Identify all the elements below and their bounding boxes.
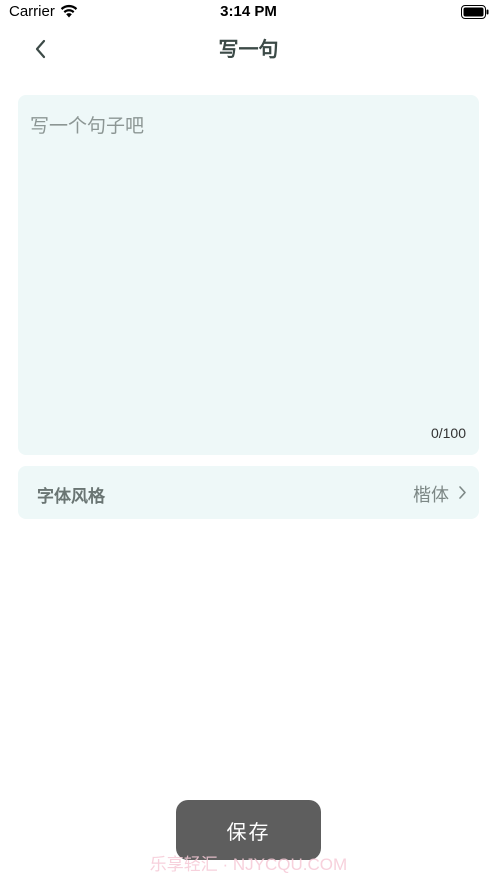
font-style-label: 字体风格	[37, 487, 105, 507]
font-style-selector[interactable]: 字体风格 楷体	[18, 466, 479, 519]
font-style-value: 楷体	[413, 485, 449, 506]
sentence-input[interactable]	[30, 111, 467, 411]
chevron-right-icon	[459, 486, 466, 499]
page-title: 写一句	[218, 37, 279, 61]
nav-bar: 写一句	[0, 26, 497, 70]
status-bar: Carrier 3:14 PM	[0, 0, 497, 26]
sentence-editor-card: 0/100	[18, 95, 479, 455]
character-counter: 0/100	[430, 425, 466, 441]
status-time: 3:14 PM	[220, 3, 277, 20]
battery-icon	[461, 5, 489, 19]
watermark: 乐享轻汇 · NJYCQU.COM	[149, 855, 348, 874]
